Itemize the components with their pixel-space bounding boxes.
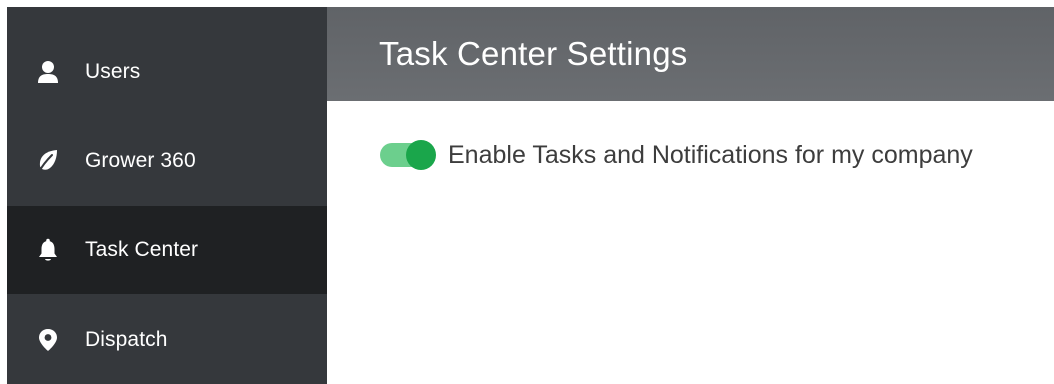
sidebar-item-label: Task Center: [85, 238, 199, 261]
page-header: Task Center Settings: [327, 7, 1054, 101]
sidebar-item-dispatch[interactable]: Dispatch: [7, 296, 327, 384]
map-pin-icon: [37, 328, 59, 352]
page-title: Task Center Settings: [379, 35, 688, 72]
enable-tasks-label: Enable Tasks and Notifications for my co…: [448, 140, 973, 169]
sidebar-item-task-center[interactable]: Task Center: [7, 206, 327, 294]
sidebar-item-users[interactable]: Users: [7, 28, 327, 116]
leaf-icon: [37, 149, 59, 173]
sidebar-item-label: Users: [85, 60, 141, 83]
enable-tasks-setting: Enable Tasks and Notifications for my co…: [378, 139, 973, 171]
sidebar: Users Grower 360 Task Center Dispatch: [7, 7, 327, 384]
bell-icon: [37, 238, 59, 262]
sidebar-item-label: Grower 360: [85, 149, 196, 172]
enable-tasks-toggle[interactable]: [378, 139, 436, 171]
sidebar-item-grower-360[interactable]: Grower 360: [7, 117, 327, 205]
user-icon: [37, 60, 59, 84]
sidebar-item-label: Dispatch: [85, 328, 168, 351]
toggle-knob: [406, 140, 436, 170]
